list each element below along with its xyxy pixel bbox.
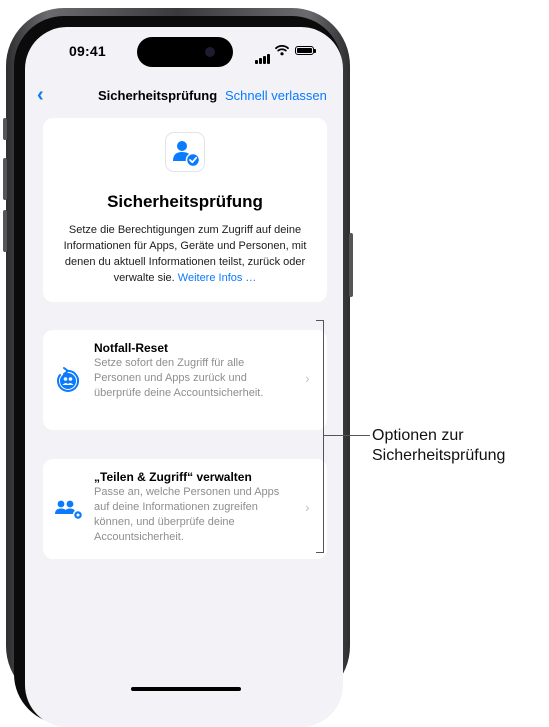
callout-leader-line bbox=[324, 435, 370, 436]
nav-title: Sicherheitsprüfung bbox=[98, 88, 218, 103]
status-time: 09:41 bbox=[69, 43, 106, 59]
callout-line-2: Sicherheitsprüfung bbox=[372, 447, 506, 464]
quick-exit-button[interactable]: Schnell verlassen bbox=[225, 88, 327, 103]
camera-icon bbox=[205, 47, 215, 57]
option-description: Setze sofort den Zugriff für alle Person… bbox=[94, 357, 264, 399]
people-gear-icon bbox=[53, 495, 85, 528]
option-description: Passe an, welche Personen und Apps auf d… bbox=[94, 486, 280, 543]
volume-up-button bbox=[3, 158, 7, 200]
phone-frame: 09:41 ‹ Sicherheitsprüfung Schnell verla… bbox=[3, 8, 353, 727]
more-info-link[interactable]: Weitere Infos … bbox=[178, 272, 257, 284]
hero-description: Setze die Berechtigungen zum Zugriff auf… bbox=[51, 222, 319, 286]
option-title: „Teilen & Zugriff“ verwalten bbox=[94, 470, 252, 484]
option-title: Notfall-Reset bbox=[94, 341, 169, 355]
chevron-right-icon: › bbox=[305, 370, 310, 386]
action-button bbox=[3, 118, 7, 140]
status-bar: 09:41 bbox=[25, 27, 343, 75]
dynamic-island bbox=[137, 37, 233, 67]
hero-title: Sicherheitsprüfung bbox=[107, 192, 263, 211]
safety-check-header-card: Sicherheitsprüfung Setze die Berechtigun… bbox=[43, 118, 327, 302]
cellular-signal-icon bbox=[255, 46, 271, 64]
volume-down-button bbox=[3, 210, 7, 252]
wifi-icon bbox=[275, 43, 289, 61]
reset-people-icon bbox=[53, 366, 83, 401]
chevron-right-icon: › bbox=[305, 499, 310, 515]
battery-icon bbox=[295, 46, 316, 55]
back-button[interactable]: ‹ bbox=[37, 84, 44, 107]
side-button bbox=[349, 233, 353, 297]
home-indicator[interactable] bbox=[131, 687, 241, 691]
person-checkmark-icon bbox=[165, 132, 205, 172]
callout-label: Optionen zur Sicherheitsprüfung bbox=[372, 426, 505, 466]
manage-sharing-access-option[interactable]: „Teilen & Zugriff“ verwalten Passe an, w… bbox=[43, 459, 327, 559]
emergency-reset-option[interactable]: Notfall-Reset Setze sofort den Zugriff f… bbox=[43, 330, 327, 430]
callout-bracket bbox=[316, 320, 324, 553]
navigation-bar: ‹ Sicherheitsprüfung Schnell verlassen bbox=[25, 81, 343, 111]
screen: 09:41 ‹ Sicherheitsprüfung Schnell verla… bbox=[25, 27, 343, 727]
callout-line-1: Optionen zur bbox=[372, 427, 464, 444]
